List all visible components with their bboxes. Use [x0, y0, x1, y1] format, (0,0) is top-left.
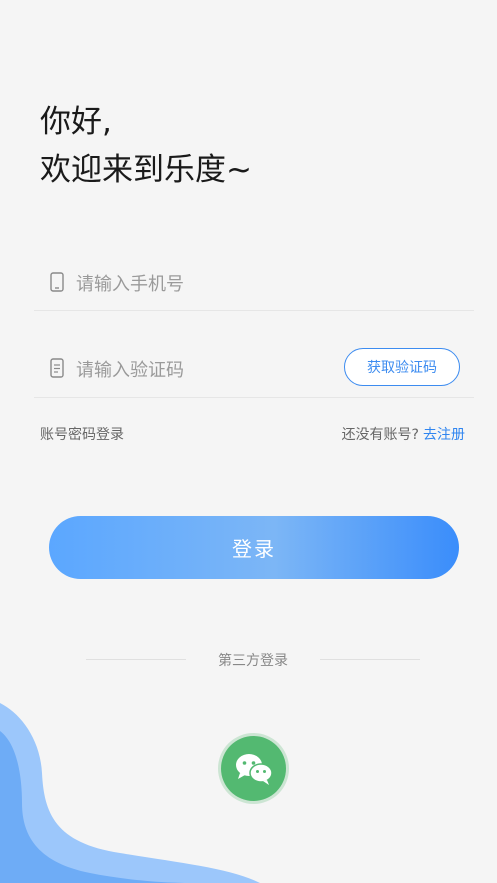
register-link[interactable]: 去注册 [423, 427, 465, 443]
no-account-text: 还没有账号? [341, 427, 419, 443]
wechat-login-button[interactable] [221, 736, 286, 801]
divider-line-right [320, 659, 420, 660]
wechat-icon [235, 753, 273, 785]
signup-prompt: 还没有账号? 去注册 [342, 424, 465, 444]
greeting-line-1: 你好, [40, 104, 112, 140]
login-button[interactable]: 登录 [49, 516, 459, 579]
phone-input[interactable] [74, 266, 338, 302]
document-icon [50, 358, 64, 378]
phone-field [34, 256, 474, 311]
password-login-link[interactable]: 账号密码登录 [40, 424, 124, 444]
verification-code-input[interactable] [74, 352, 338, 388]
greeting-line-2: 欢迎来到乐度~ [40, 152, 252, 188]
third-party-divider: 第三方登录 [86, 650, 420, 670]
greeting: 你好, 欢迎来到乐度~ [40, 98, 252, 194]
third-party-label: 第三方登录 [218, 653, 288, 669]
code-field: 获取验证码 [34, 342, 474, 398]
get-code-button[interactable]: 获取验证码 [344, 348, 460, 386]
phone-icon [50, 272, 64, 292]
